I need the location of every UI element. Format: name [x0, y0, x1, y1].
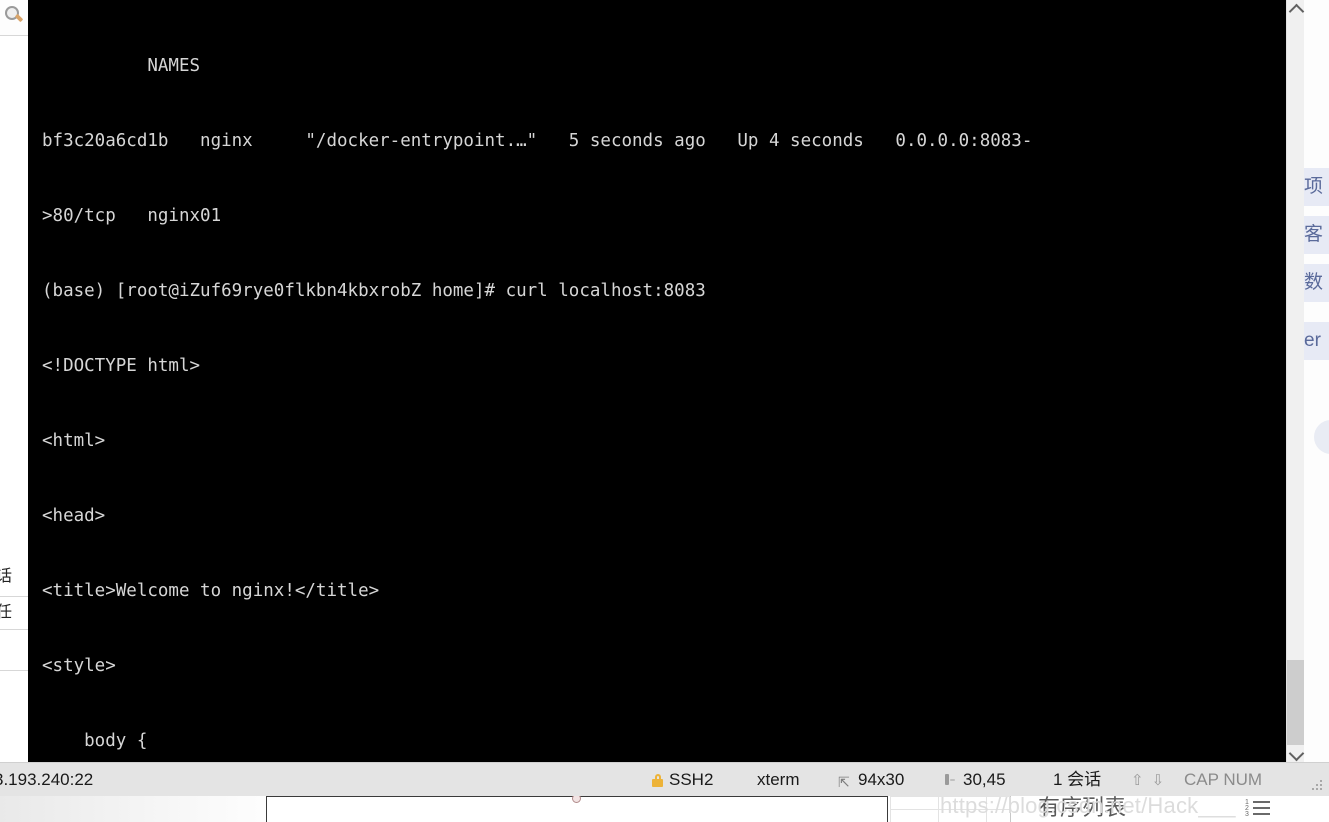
resize-icon: ⇱ [838, 774, 850, 790]
watermark-text: https://blog.csdn.net/Hack___ [940, 793, 1236, 818]
status-caps-num: CAP NUM [1184, 770, 1263, 789]
document-resize-handle[interactable] [572, 796, 581, 803]
terminal-scrollbar[interactable] [1286, 0, 1305, 762]
search-button[interactable] [0, 0, 28, 36]
terminal-window[interactable]: NAMES bf3c20a6cd1b nginx "/docker-entryp… [28, 0, 1286, 762]
status-cursor-label: 30,45 [963, 770, 1006, 789]
lock-icon [652, 774, 663, 787]
background-right-panel: 项 客 数 er [1303, 0, 1329, 780]
status-emulation[interactable]: xterm [757, 763, 800, 796]
background-right-item-label: 客 [1304, 224, 1324, 245]
background-left-cell-sessions[interactable]: 话 [0, 558, 28, 597]
status-protocol-label: SSH2 [669, 770, 714, 789]
background-right-item-2[interactable]: 客 [1304, 216, 1329, 254]
chevron-up-icon [1288, 3, 1305, 20]
background-left-cell-tasks[interactable]: 任 [0, 597, 28, 630]
background-left-panel: 话 任 [0, 0, 29, 762]
terminal-line: <html> [42, 431, 106, 451]
status-dimensions[interactable]: ⇱ 94x30 [838, 763, 904, 796]
status-transfer-indicators: ⇧ ⇩ [1131, 763, 1172, 796]
terminal-line: <head> [42, 506, 106, 526]
terminal-line: NAMES [42, 56, 201, 76]
background-right-avatar [1314, 420, 1329, 454]
status-cursor-position[interactable]: 30,45 [944, 763, 1006, 796]
caret-position-icon [944, 774, 956, 787]
status-protocol[interactable]: SSH2 [652, 763, 713, 796]
background-left-cell-label: 话 [0, 568, 12, 585]
status-bar: 3.193.240:22 SSH2 xterm ⇱ 94x30 30,45 1 会… [0, 762, 1329, 797]
search-icon [5, 6, 24, 23]
resize-grip[interactable] [1311, 780, 1323, 792]
scroll-up-button[interactable] [1287, 0, 1305, 20]
chevron-down-icon [1288, 745, 1305, 762]
terminal-line: >80/tcp nginx01 [42, 206, 222, 226]
terminal-line: bf3c20a6cd1b nginx "/docker-entrypoint.…… [42, 131, 1033, 151]
bottom-strip-grip [1303, 796, 1325, 801]
terminal-line: <!DOCTYPE html> [42, 356, 201, 376]
background-right-item-label: 数 [1304, 272, 1324, 293]
ordered-list-icon[interactable]: 1 2 3 [1245, 799, 1271, 818]
status-host: 3.193.240:22 [0, 770, 94, 789]
status-sessions[interactable]: 1 会话 [1053, 763, 1101, 796]
scrollbar-thumb[interactable] [1287, 660, 1304, 746]
background-right-item-label: 项 [1304, 176, 1324, 197]
background-left-cell-label: 任 [0, 604, 12, 621]
background-left-cell-empty[interactable] [0, 630, 28, 671]
terminal-output[interactable]: NAMES bf3c20a6cd1b nginx "/docker-entryp… [28, 0, 1286, 762]
terminal-line: <title>Welcome to nginx!</title> [42, 581, 380, 601]
bottom-strip-document-window[interactable] [266, 796, 888, 822]
background-right-item-label: er [1304, 330, 1321, 351]
background-right-item-3[interactable]: 数 [1304, 264, 1329, 302]
status-dimensions-label: 94x30 [858, 770, 905, 789]
terminal-line: (base) [root@iZuf69rye0flkbn4kbxrobZ hom… [42, 281, 706, 301]
scroll-down-button[interactable] [1287, 745, 1305, 762]
bottom-strip-panel-left [0, 796, 290, 822]
background-right-item-1[interactable]: 项 [1304, 168, 1329, 206]
terminal-line: <style> [42, 656, 116, 676]
terminal-line: body { [42, 731, 148, 751]
background-right-item-4[interactable]: er [1304, 322, 1329, 360]
